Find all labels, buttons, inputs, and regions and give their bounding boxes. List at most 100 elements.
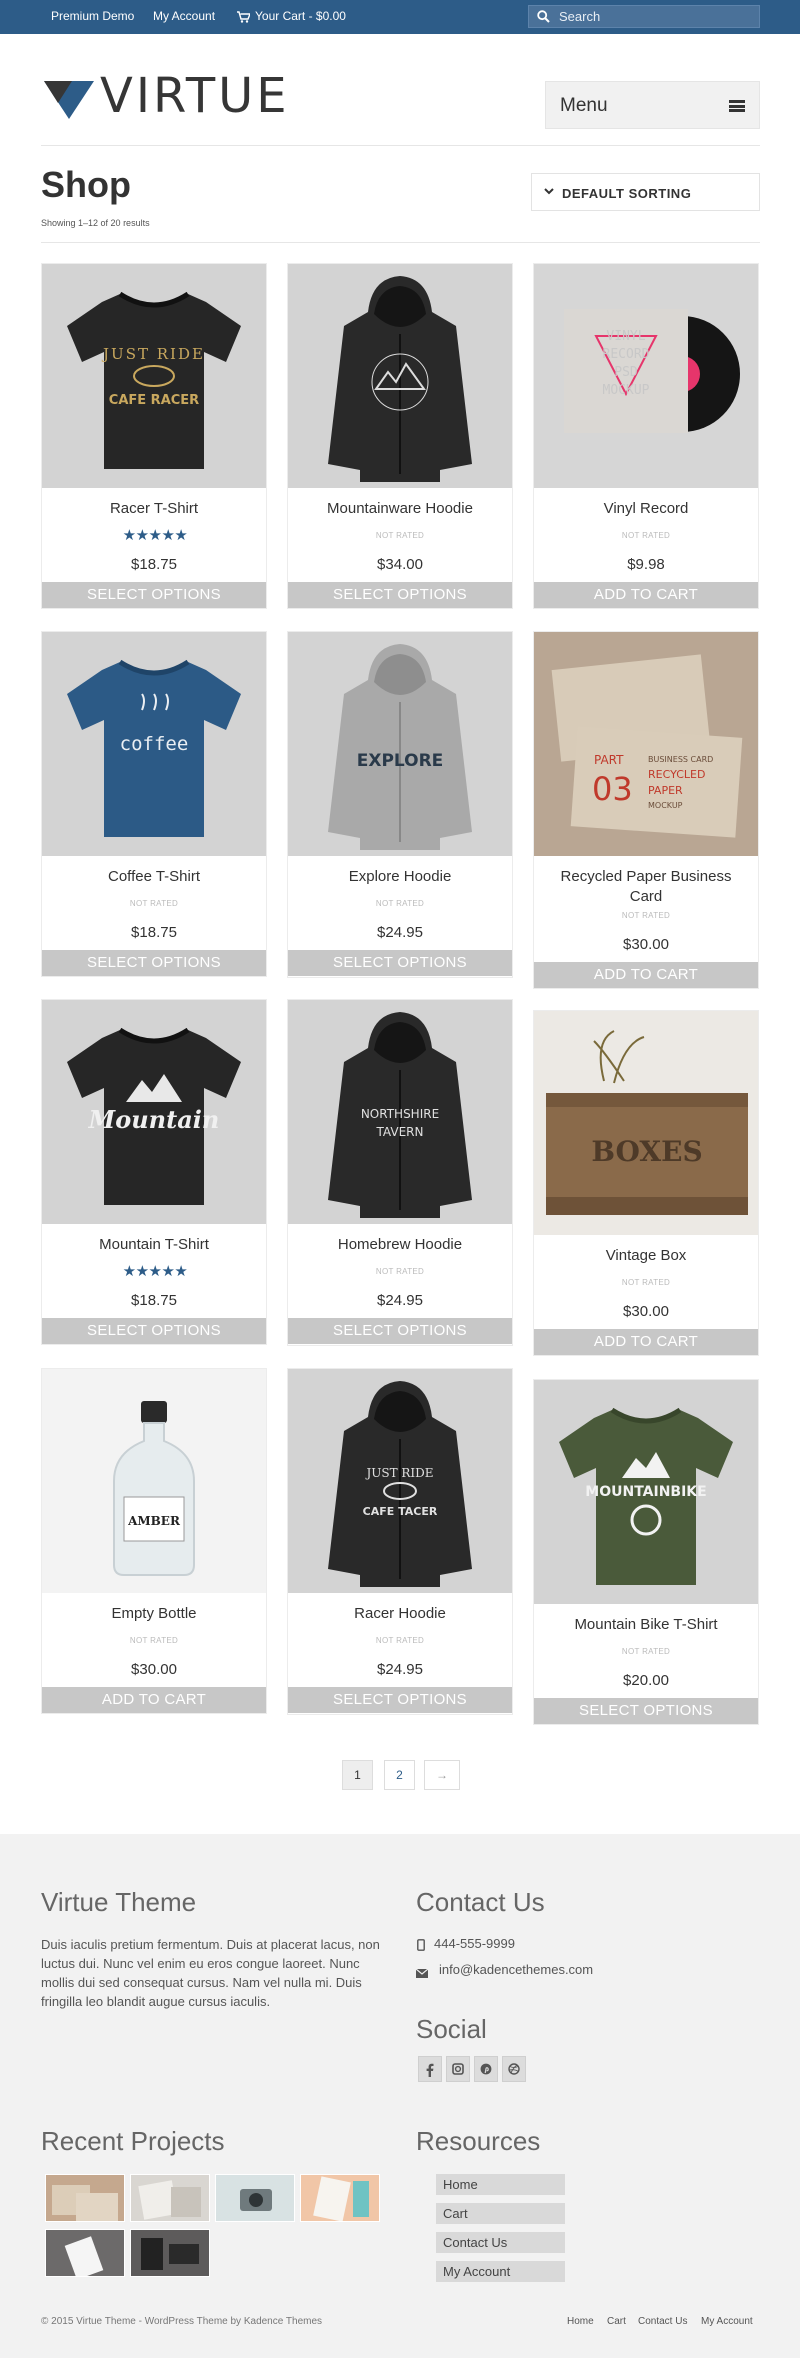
product-image[interactable]: Mountain [42, 1000, 266, 1224]
product-title[interactable]: Vinyl Record [534, 499, 758, 519]
footer-link-my-account[interactable]: My Account [701, 2316, 753, 2327]
envelope-icon [415, 1965, 429, 1983]
product-image[interactable]: BOXES [534, 1011, 758, 1235]
page-2-link[interactable]: 2 [384, 1760, 415, 1790]
product-image[interactable]: AMBER [42, 1369, 266, 1593]
project-thumbnail[interactable] [300, 2174, 380, 2222]
product-title[interactable]: Mountainware Hoodie [288, 499, 512, 519]
project-thumbnail[interactable] [215, 2174, 295, 2222]
select-options-button[interactable]: SELECT OPTIONS [288, 950, 512, 976]
rating-status: NOT RATED [129, 1636, 179, 1645]
top-bar: Premium Demo My Account Your Cart - $0.0… [0, 0, 800, 34]
add-to-cart-button[interactable]: ADD TO CART [42, 1687, 266, 1713]
artwork-text: CAFE TACER [363, 1505, 438, 1518]
phone-number[interactable]: 444-555-9999 [434, 1936, 515, 1951]
product-card: Mountain Mountain T-Shirt ★★★★★ $18.75 S… [41, 999, 267, 1345]
product-title[interactable]: Vintage Box [534, 1246, 758, 1266]
product-price: $24.95 [377, 1292, 423, 1309]
about-text: Duis iaculis pretium fermentum. Duis at … [41, 1937, 380, 2009]
shop-divider [41, 242, 760, 243]
menu-button[interactable]: Menu [545, 81, 760, 129]
product-card: VINYL RECORD PSD MOCKUP Vinyl Record NOT… [533, 263, 759, 609]
product-title[interactable]: Racer Hoodie [288, 1604, 512, 1624]
select-options-button[interactable]: SELECT OPTIONS [288, 1687, 512, 1713]
footer-link-cart[interactable]: Cart [607, 2316, 626, 2327]
product-image[interactable]: coffee [42, 632, 266, 856]
product-title[interactable]: Explore Hoodie [288, 867, 512, 887]
product-card: JUST RIDE CAFE TACER Racer Hoodie NOT RA… [287, 1368, 513, 1715]
product-title[interactable]: Homebrew Hoodie [288, 1235, 512, 1255]
product-image[interactable]: JUST RIDE CAFE RACER [42, 264, 266, 488]
logo-mark-icon [44, 81, 94, 119]
artwork-text: CAFE RACER [109, 393, 199, 408]
product-card: AMBER Empty Bottle NOT RATED $30.00 ADD … [41, 1368, 267, 1714]
artwork-text: PSD [614, 365, 638, 380]
product-title[interactable]: Empty Bottle [42, 1604, 266, 1624]
premium-demo-link[interactable]: Premium Demo [51, 9, 134, 23]
product-card: PART 03 BUSINESS CARD RECYCLED PAPER MOC… [533, 631, 759, 989]
instagram-icon[interactable] [446, 2056, 470, 2082]
product-image[interactable]: EXPLORE [288, 632, 512, 856]
select-options-button[interactable]: SELECT OPTIONS [42, 1318, 266, 1344]
product-title[interactable]: Racer T-Shirt [42, 499, 266, 519]
project-thumbnail[interactable] [130, 2229, 210, 2277]
resources-link-my-account[interactable]: My Account [436, 2261, 565, 2282]
star-rating: ★★★★★ [122, 527, 188, 544]
cart-link[interactable]: Your Cart - $0.00 [255, 9, 346, 23]
add-to-cart-button[interactable]: ADD TO CART [534, 582, 758, 608]
my-account-link[interactable]: My Account [153, 9, 215, 23]
product-price: $30.00 [623, 936, 669, 953]
logo-text: VIRTUE [100, 68, 290, 124]
select-options-button[interactable]: SELECT OPTIONS [42, 950, 266, 976]
rating-status: NOT RATED [621, 1278, 671, 1287]
product-title[interactable]: Coffee T-Shirt [42, 867, 266, 887]
star-rating: ★★★★★ [122, 1263, 188, 1280]
project-thumbnail[interactable] [45, 2174, 125, 2222]
footer-link-home[interactable]: Home [567, 2316, 594, 2327]
search-icon[interactable] [537, 10, 550, 28]
resources-link-home[interactable]: Home [436, 2174, 565, 2195]
select-options-button[interactable]: SELECT OPTIONS [288, 582, 512, 608]
artwork-text: TAVERN [376, 1125, 424, 1139]
search-input[interactable] [559, 7, 757, 26]
product-image[interactable]: MOUNTAINBIKE [534, 1380, 758, 1604]
artwork-text: RECYCLED [648, 768, 705, 781]
rating-status: NOT RATED [375, 899, 425, 908]
select-options-button[interactable]: SELECT OPTIONS [42, 582, 266, 608]
social-heading: Social [416, 2014, 487, 2044]
page-title: Shop [41, 164, 131, 205]
chevron-down-icon [544, 185, 554, 199]
artwork-text: JUST RIDE [364, 1466, 433, 1480]
email-link[interactable]: info@kadencethemes.com [439, 1962, 593, 1977]
next-page-link[interactable]: → [424, 1760, 460, 1790]
product-card: MOUNTAINBIKE Mountain Bike T-Shirt NOT R… [533, 1379, 759, 1725]
select-options-button[interactable]: SELECT OPTIONS [534, 1698, 758, 1724]
product-title[interactable]: Mountain Bike T-Shirt [534, 1615, 758, 1635]
rating-status: NOT RATED [375, 531, 425, 540]
facebook-icon[interactable] [418, 2056, 442, 2082]
product-price: $18.75 [131, 1292, 177, 1309]
sorting-dropdown[interactable]: DEFAULT SORTING [531, 173, 760, 211]
artwork-text: coffee [120, 733, 189, 755]
product-image[interactable] [288, 264, 512, 488]
project-thumbnail[interactable] [130, 2174, 210, 2222]
product-image[interactable]: PART 03 BUSINESS CARD RECYCLED PAPER MOC… [534, 632, 758, 856]
product-title[interactable]: Recycled Paper Business Card [534, 867, 758, 907]
resources-link-cart[interactable]: Cart [436, 2203, 565, 2224]
product-image[interactable]: JUST RIDE CAFE TACER [288, 1369, 512, 1593]
product-title[interactable]: Mountain T-Shirt [42, 1235, 266, 1255]
dribbble-icon[interactable] [502, 2056, 526, 2082]
product-image[interactable]: VINYL RECORD PSD MOCKUP [534, 264, 758, 488]
pinterest-icon[interactable] [474, 2056, 498, 2082]
project-thumbnail[interactable] [45, 2229, 125, 2277]
artwork-text: JUST RIDE [101, 345, 205, 363]
resources-link-contact[interactable]: Contact Us [436, 2232, 565, 2253]
page-1-current[interactable]: 1 [342, 1760, 373, 1790]
add-to-cart-button[interactable]: ADD TO CART [534, 962, 758, 988]
product-image[interactable]: NORTHSHIRE TAVERN [288, 1000, 512, 1224]
select-options-button[interactable]: SELECT OPTIONS [288, 1318, 512, 1344]
cart-icon [237, 10, 252, 28]
footer-link-contact[interactable]: Contact Us [638, 2316, 687, 2327]
add-to-cart-button[interactable]: ADD TO CART [534, 1329, 758, 1355]
rating-status: NOT RATED [375, 1636, 425, 1645]
